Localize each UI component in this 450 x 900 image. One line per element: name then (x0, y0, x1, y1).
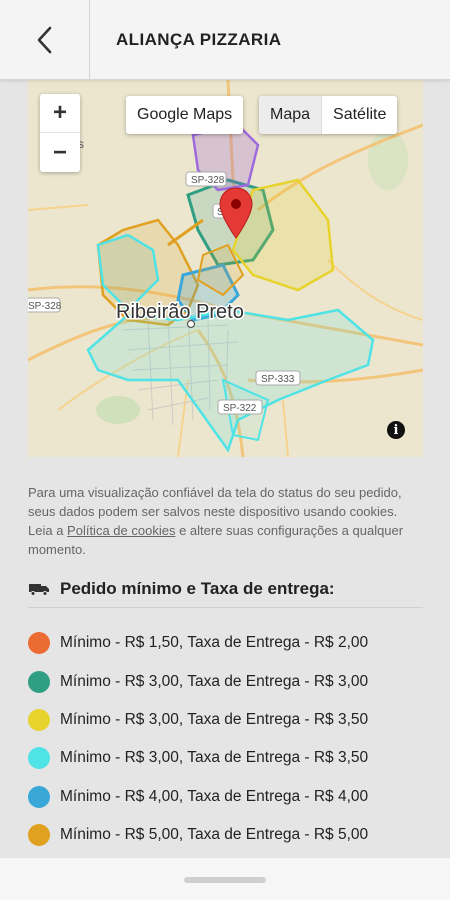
zoom-out-button[interactable]: − (40, 133, 80, 172)
zone-color-dot (28, 632, 50, 655)
cookie-policy-link[interactable]: Política de cookies (67, 523, 175, 538)
app-header: ALIANÇA PIZZARIA (0, 0, 450, 80)
zoom-in-button[interactable]: + (40, 94, 80, 133)
zone-label: Mínimo - R$ 3,00, Taxa de Entrega - R$ 3… (60, 749, 369, 767)
zone-label: Mínimo - R$ 3,00, Taxa de Entrega - R$ 3… (60, 710, 369, 728)
delivery-zone-item: Mínimo - R$ 1,50, Taxa de Entrega - R$ 2… (28, 624, 423, 662)
road-label: SP-328 (191, 175, 225, 186)
city-label: Ribeirão Preto (116, 301, 244, 323)
cookie-notice: Para uma visualização confiável da tela … (28, 483, 420, 559)
chevron-left-icon (37, 26, 51, 53)
back-button[interactable] (0, 0, 90, 80)
map-canvas[interactable]: SP-328 SP-328 SP-328 SP-333 SP-322 s Rib… (28, 80, 423, 457)
navigation-bar (0, 858, 450, 900)
zone-label: Mínimo - R$ 3,00, Taxa de Entrega - R$ 3… (60, 672, 369, 690)
delivery-section-title: Pedido mínimo e Taxa de entrega: (60, 578, 335, 598)
zone-color-dot (28, 824, 50, 847)
delivery-zone-item: Mínimo - R$ 4,00, Taxa de Entrega - R$ 4… (28, 778, 423, 816)
map-type-satellite-button[interactable]: Satélite (322, 96, 397, 134)
delivery-zone-item: Mínimo - R$ 3,00, Taxa de Entrega - R$ 3… (28, 662, 423, 700)
road-label: SP-322 (223, 403, 257, 414)
zone-label: Mínimo - R$ 1,50, Taxa de Entrega - R$ 2… (60, 634, 369, 652)
map-type-toggle: Mapa Satélite (259, 96, 398, 134)
delivery-section-header: Pedido mínimo e Taxa de entrega: (28, 570, 423, 608)
delivery-zone-item: Mínimo - R$ 3,00, Taxa de Entrega - R$ 3… (28, 701, 423, 739)
zone-label: Mínimo - R$ 4,00, Taxa de Entrega - R$ 4… (60, 787, 369, 805)
zone-label: Mínimo - R$ 5,00, Taxa de Entrega - R$ 5… (60, 826, 369, 844)
zone-color-dot (28, 670, 50, 693)
delivery-zone-item: Mínimo - R$ 5,00, Taxa de Entrega - R$ 5… (28, 816, 423, 854)
delivery-zone-list: Mínimo - R$ 1,50, Taxa de Entrega - R$ 2… (28, 624, 423, 854)
page-title: ALIANÇA PIZZARIA (116, 29, 282, 49)
zoom-controls: + − (40, 94, 80, 172)
info-icon[interactable]: i (387, 421, 405, 439)
road-label: SP-328 (28, 301, 62, 312)
zone-color-dot (28, 747, 50, 770)
zone-color-dot (28, 785, 50, 808)
zone-color-dot (28, 708, 50, 731)
map-type-map-button[interactable]: Mapa (259, 96, 323, 134)
delivery-truck-icon (29, 583, 49, 596)
delivery-zone-map[interactable]: SP-328 SP-328 SP-328 SP-333 SP-322 s Rib… (28, 80, 423, 457)
google-maps-button[interactable]: Google Maps (126, 96, 244, 134)
delivery-zone-item: Mínimo - R$ 3,00, Taxa de Entrega - R$ 3… (28, 739, 423, 777)
home-indicator[interactable] (184, 877, 266, 883)
road-label: SP-333 (261, 374, 295, 385)
